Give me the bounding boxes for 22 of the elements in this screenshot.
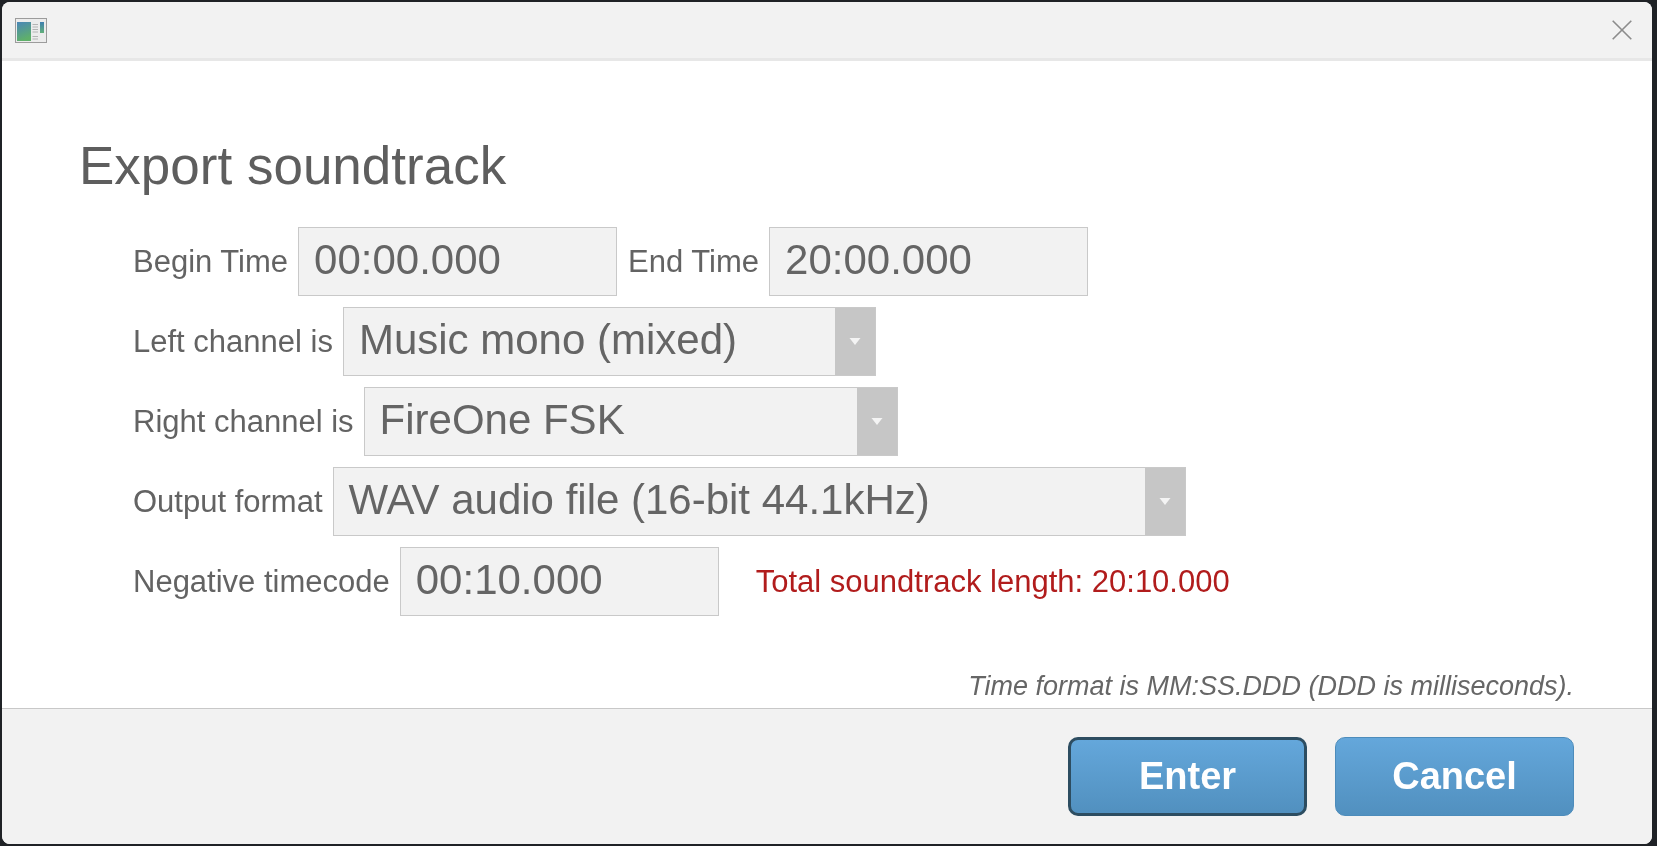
field-label: Left channel is <box>133 323 333 360</box>
field-label: End Time <box>628 243 760 280</box>
enter-button[interactable]: Enter <box>1068 737 1307 816</box>
cancel-button[interactable]: Cancel <box>1335 737 1574 816</box>
field-label: Begin Time <box>133 243 289 280</box>
right-channel-dropdown[interactable]: FireOne FSK <box>363 387 898 456</box>
close-icon[interactable] <box>1612 20 1632 40</box>
field-label: Negative timecode <box>133 563 390 600</box>
total-length-text: Total soundtrack length: 20:10.000 <box>755 563 1230 600</box>
output-format-dropdown[interactable]: WAV audio file (16-bit 44.1kHz) <box>332 467 1186 536</box>
dialog-heading: Export soundtrack <box>79 135 507 196</box>
time-format-hint: Time format is MM:SS.DDD (DDD is milliseconds). <box>968 671 1574 702</box>
app-icon <box>15 17 47 43</box>
negative-timecode-input[interactable]: 00:10.000 <box>399 547 719 616</box>
left-channel-dropdown[interactable]: Music mono (mixed) <box>342 307 876 376</box>
caret-icon[interactable] <box>856 388 897 455</box>
end-time-input[interactable]: 20:00.000 <box>769 227 1089 296</box>
field-label: Right channel is <box>133 403 354 440</box>
begin-time-input[interactable]: 00:00.000 <box>298 227 618 296</box>
caret-icon[interactable] <box>834 308 875 375</box>
field-label: Output format <box>133 483 323 520</box>
caret-icon[interactable] <box>1144 468 1185 535</box>
